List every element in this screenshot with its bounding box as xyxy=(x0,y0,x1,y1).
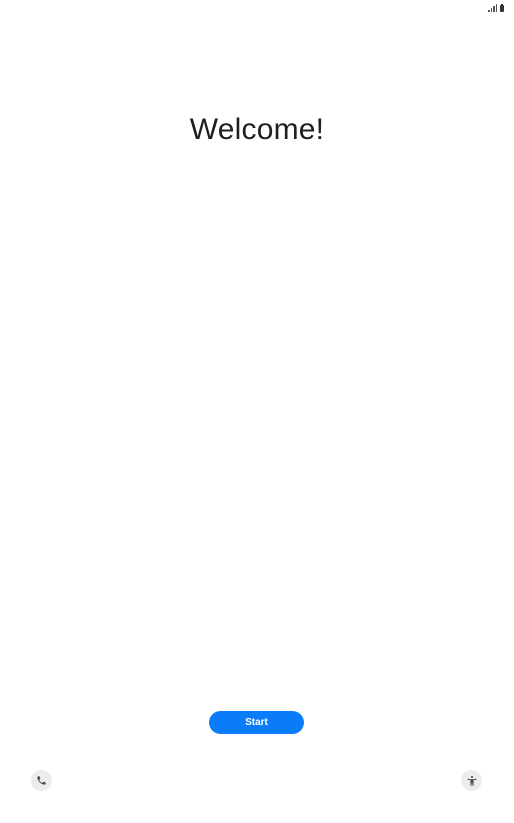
start-button[interactable]: Start xyxy=(209,711,304,734)
signal-icon xyxy=(488,4,497,12)
status-bar xyxy=(488,2,504,12)
welcome-title: Welcome! xyxy=(189,113,325,146)
emergency-call-button[interactable] xyxy=(31,770,52,791)
accessibility-button[interactable] xyxy=(461,770,482,791)
accessibility-icon xyxy=(467,775,476,786)
phone-icon xyxy=(37,776,46,785)
battery-icon xyxy=(500,3,504,12)
